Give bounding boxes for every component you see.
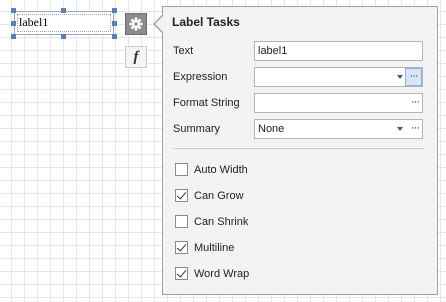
auto-width-label: Auto Width — [194, 163, 248, 176]
selection-handle-middle-right[interactable] — [112, 21, 117, 26]
text-input-value: label1 — [258, 45, 288, 57]
selection-handle-top-left[interactable] — [11, 8, 16, 13]
smart-tag-button[interactable] — [125, 13, 147, 35]
multiline-option[interactable]: Multiline — [175, 241, 234, 254]
format-string-ellipsis-button[interactable]: ··· — [411, 94, 420, 111]
word-wrap-label: Word Wrap — [194, 267, 250, 280]
auto-width-checkbox[interactable] — [175, 163, 188, 176]
chevron-down-icon[interactable] — [397, 75, 403, 79]
format-string-field[interactable]: ··· — [254, 93, 423, 113]
word-wrap-option[interactable]: Word Wrap — [175, 267, 249, 280]
chevron-down-icon[interactable] — [397, 127, 403, 131]
expression-editor-button[interactable]: f — [125, 46, 147, 68]
can-shrink-checkbox[interactable] — [175, 215, 188, 228]
can-shrink-label: Can Shrink — [194, 215, 249, 228]
multiline-checkbox[interactable] — [175, 241, 188, 254]
text-label: Text — [173, 45, 194, 57]
can-grow-label: Can Grow — [194, 189, 244, 202]
can-shrink-option[interactable]: Can Shrink — [175, 215, 248, 228]
selection-handle-bottom-right[interactable] — [112, 34, 117, 39]
text-input[interactable]: label1 — [254, 41, 423, 61]
gear-icon — [129, 17, 143, 31]
can-grow-option[interactable]: Can Grow — [175, 189, 244, 202]
expression-field[interactable]: ··· — [254, 67, 423, 87]
selection-handle-top-right[interactable] — [112, 8, 117, 13]
function-icon: f — [133, 48, 139, 65]
panel-pointer — [155, 16, 163, 32]
multiline-label: Multiline — [194, 241, 235, 254]
expression-label: Expression — [173, 71, 228, 83]
auto-width-option[interactable]: Auto Width — [175, 163, 248, 176]
can-grow-checkbox[interactable] — [175, 189, 188, 202]
separator — [173, 148, 425, 149]
summary-value: None — [258, 123, 285, 135]
label-tasks-panel: Label Tasks Text label1 Expression ··· F… — [162, 6, 438, 295]
summary-field[interactable]: None ··· — [254, 119, 423, 139]
selection-handle-middle-left[interactable] — [11, 21, 16, 26]
label-control-text: label1 — [19, 15, 49, 29]
panel-title: Label Tasks — [172, 15, 240, 29]
word-wrap-checkbox[interactable] — [175, 267, 188, 280]
format-string-label: Format String — [173, 97, 240, 109]
selection-handle-bottom-center[interactable] — [61, 34, 66, 39]
summary-ellipsis-button[interactable]: ··· — [411, 120, 420, 137]
summary-label: Summary — [173, 123, 221, 135]
selection-handle-bottom-left[interactable] — [11, 34, 16, 39]
expression-ellipsis-button[interactable]: ··· — [405, 68, 422, 86]
selection-handle-top-center[interactable] — [61, 8, 66, 13]
label-control[interactable]: label1 — [14, 11, 114, 35]
